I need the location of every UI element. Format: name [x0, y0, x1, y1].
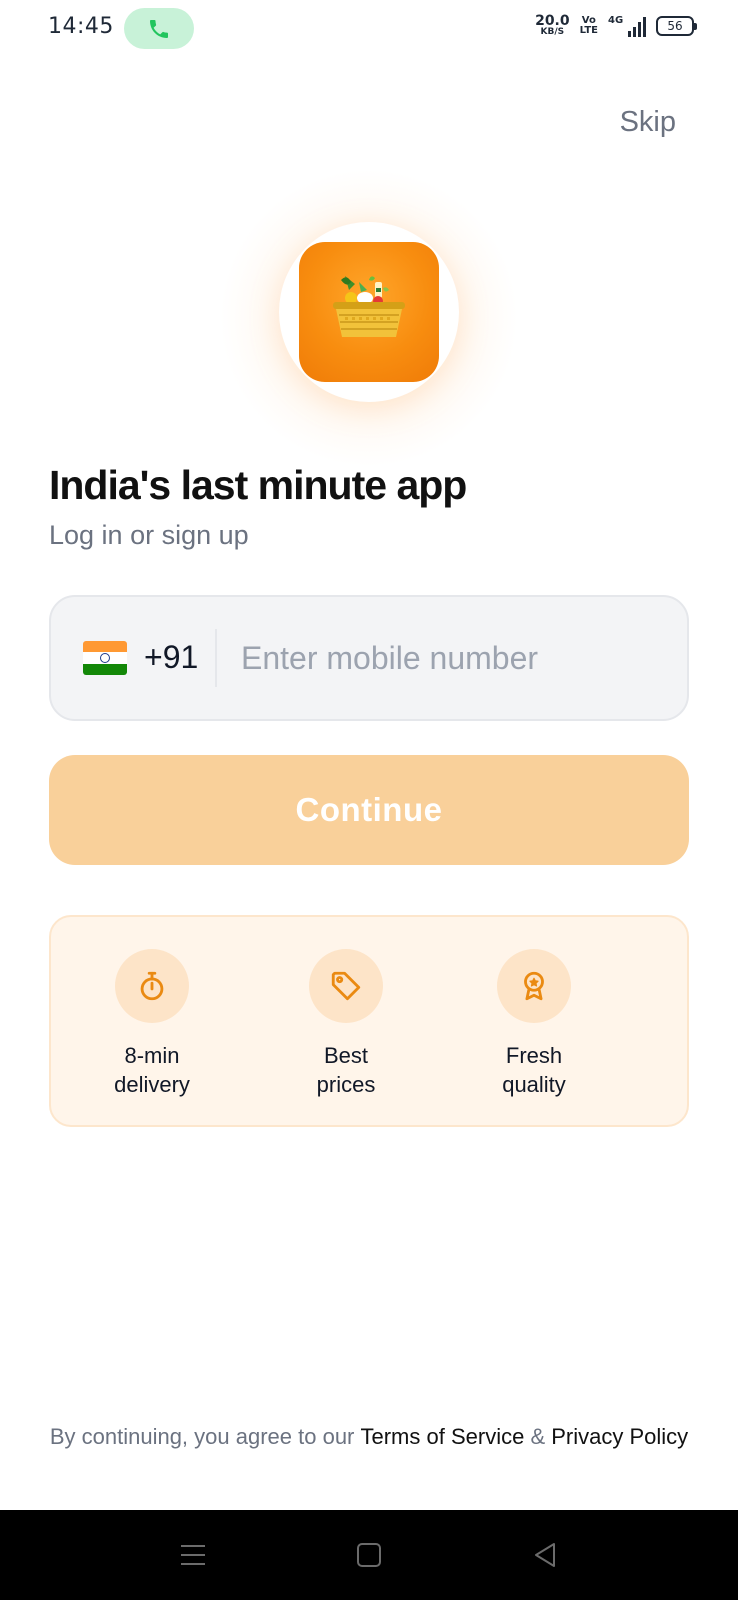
back-triangle-icon — [535, 1543, 555, 1567]
home-square-icon — [357, 1543, 381, 1567]
grocery-basket-icon — [333, 276, 405, 337]
field-divider — [215, 629, 217, 687]
feature-item: Best prices — [266, 949, 426, 1099]
feature-item: Fresh quality — [454, 949, 614, 1099]
legal-text: By continuing, you agree to our Terms of… — [49, 1424, 689, 1449]
volte-icon: Vo LTE — [579, 14, 598, 36]
phone-number-field[interactable]: +91 — [49, 595, 689, 721]
feature-label: delivery — [114, 1072, 190, 1097]
feature-item: 8-min delivery — [72, 949, 232, 1099]
feature-label: 8-min — [124, 1043, 180, 1068]
feature-label: quality — [502, 1072, 566, 1097]
menu-icon — [181, 1545, 205, 1565]
mobile-number-input[interactable] — [241, 633, 661, 683]
quality-badge-icon — [524, 971, 544, 1001]
system-navigation-bar — [0, 1510, 738, 1600]
back-button[interactable] — [528, 1538, 562, 1572]
ongoing-call-indicator[interactable] — [124, 8, 194, 49]
status-bar: 14:45 20.0 KB/S Vo LTE 4G 56 — [0, 0, 738, 58]
signal-strength-icon: 4G — [608, 15, 646, 37]
feature-label: Best — [323, 1043, 369, 1068]
status-icons: 20.0 KB/S Vo LTE 4G 56 — [535, 13, 697, 37]
phone-call-icon — [150, 19, 168, 38]
network-speed: 20.0 KB/S — [535, 13, 570, 37]
page-title: India's last minute app — [49, 462, 467, 508]
terms-of-service-link[interactable]: Terms of Service — [361, 1424, 525, 1449]
india-flag-icon[interactable] — [83, 641, 127, 675]
country-code[interactable]: +91 — [144, 639, 198, 676]
continue-button[interactable]: Continue — [49, 755, 689, 865]
recents-button[interactable] — [176, 1538, 210, 1572]
status-time: 14:45 — [48, 14, 114, 39]
battery-icon: 56 — [656, 15, 697, 36]
home-button[interactable] — [352, 1538, 386, 1572]
stopwatch-icon — [140, 971, 164, 1001]
price-tag-icon — [331, 971, 361, 1001]
page-subtitle: Log in or sign up — [49, 520, 249, 550]
app-logo — [299, 242, 439, 382]
features-card: 8-min delivery Best prices Fresh quality — [49, 915, 689, 1127]
skip-link[interactable]: Skip — [620, 106, 676, 139]
feature-label: prices — [316, 1072, 376, 1097]
feature-label: Fresh — [505, 1043, 563, 1068]
privacy-policy-link[interactable]: Privacy Policy — [551, 1424, 688, 1449]
